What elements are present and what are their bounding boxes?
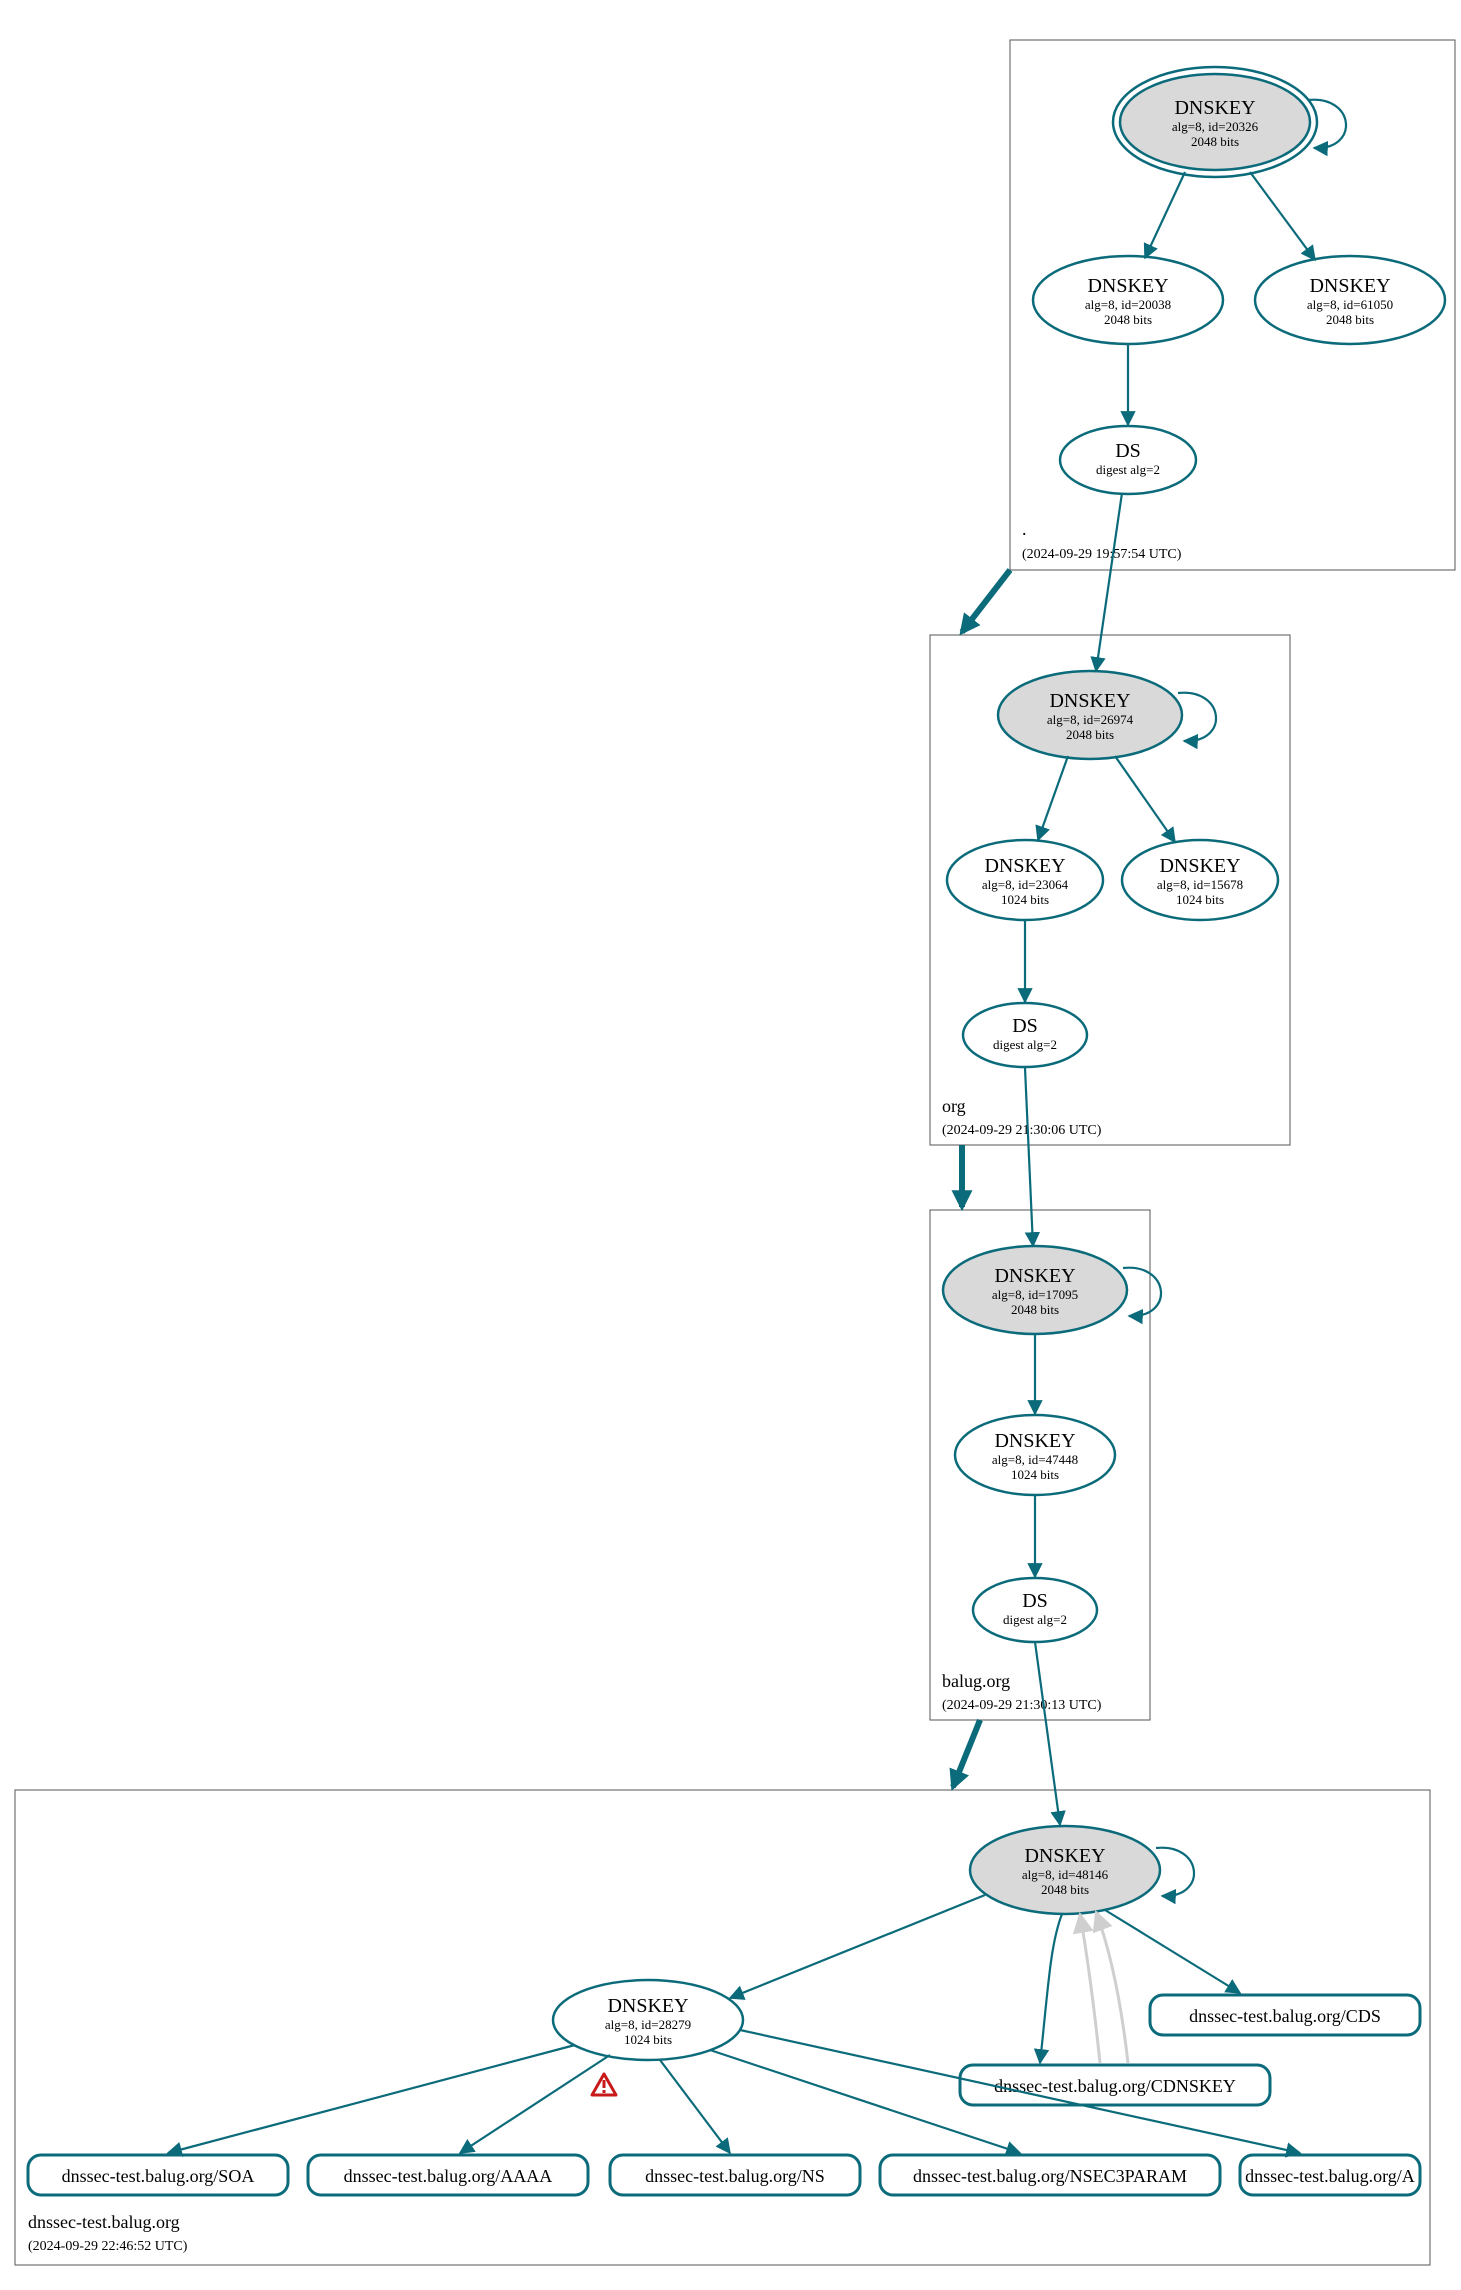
- svg-text:alg=8, id=26974: alg=8, id=26974: [1047, 712, 1134, 727]
- root-zsk2: DNSKEY alg=8, id=61050 2048 bits: [1255, 256, 1445, 344]
- edge-grey-cdnskey-ksk-1: [1080, 1914, 1100, 2063]
- dnssec-zsk: DNSKEY alg=8, id=28279 1024 bits: [553, 1980, 743, 2060]
- rr-soa: dnssec-test.balug.org/SOA: [28, 2155, 288, 2195]
- svg-text:alg=8, id=15678: alg=8, id=15678: [1157, 877, 1243, 892]
- edge-org-ksk-zsk1: [1038, 756, 1068, 840]
- zone-balug-name: balug.org: [942, 1671, 1010, 1691]
- edge-root-ds-to-org-ksk: [1096, 493, 1122, 671]
- rr-cds: dnssec-test.balug.org/CDS: [1150, 1995, 1420, 2035]
- zone-org: org (2024-09-29 21:30:06 UTC) DNSKEY alg…: [930, 635, 1290, 1145]
- root-ksk: DNSKEY alg=8, id=20326 2048 bits: [1113, 67, 1346, 177]
- rr-nsec3param: dnssec-test.balug.org/NSEC3PARAM: [880, 2155, 1220, 2195]
- edge-root-ksk-zsk2: [1250, 172, 1315, 260]
- svg-text:DNSKEY: DNSKEY: [1309, 275, 1390, 297]
- zone-org-timestamp: (2024-09-29 21:30:06 UTC): [942, 1123, 1102, 1138]
- root-ds: DS digest alg=2: [1060, 426, 1196, 494]
- svg-text:2048 bits: 2048 bits: [1191, 134, 1239, 149]
- svg-text:dnssec-test.balug.org/CDS: dnssec-test.balug.org/CDS: [1189, 2006, 1381, 2026]
- svg-text:digest alg=2: digest alg=2: [1003, 1612, 1067, 1627]
- org-ksk: DNSKEY alg=8, id=26974 2048 bits: [998, 671, 1216, 759]
- zone-balug-timestamp: (2024-09-29 21:30:13 UTC): [942, 1698, 1102, 1713]
- svg-text:2048 bits: 2048 bits: [1104, 312, 1152, 327]
- org-zsk2: DNSKEY alg=8, id=15678 1024 bits: [1122, 840, 1278, 920]
- zone-org-name: org: [942, 1096, 966, 1116]
- svg-text:DS: DS: [1012, 1015, 1038, 1037]
- balug-ds: DS digest alg=2: [973, 1578, 1097, 1642]
- balug-ksk: DNSKEY alg=8, id=17095 2048 bits: [943, 1246, 1161, 1334]
- edge-balug-ds-to-dnssec-ksk: [1035, 1642, 1060, 1825]
- svg-text:2048 bits: 2048 bits: [1326, 312, 1374, 327]
- edge-grey-cdnskey-ksk-2: [1096, 1912, 1128, 2063]
- svg-text:dnssec-test.balug.org/NS: dnssec-test.balug.org/NS: [645, 2166, 825, 2186]
- svg-text:alg=8, id=23064: alg=8, id=23064: [982, 877, 1069, 892]
- svg-text:2048 bits: 2048 bits: [1066, 727, 1114, 742]
- svg-text:2048 bits: 2048 bits: [1011, 1302, 1059, 1317]
- edge-org-ksk-zsk2: [1115, 756, 1175, 842]
- svg-text:alg=8, id=28279: alg=8, id=28279: [605, 2017, 691, 2032]
- org-zsk1: DNSKEY alg=8, id=23064 1024 bits: [947, 840, 1103, 920]
- svg-text:1024 bits: 1024 bits: [1001, 892, 1049, 907]
- edge-ksk-cdnskey: [1040, 1914, 1062, 2063]
- org-ds: DS digest alg=2: [963, 1003, 1087, 1067]
- zone-balug: balug.org (2024-09-29 21:30:13 UTC) DNSK…: [930, 1210, 1161, 1720]
- zone-dnssec-timestamp: (2024-09-29 22:46:52 UTC): [28, 2239, 188, 2254]
- svg-text:alg=8, id=20038: alg=8, id=20038: [1085, 297, 1171, 312]
- svg-text:DNSKEY: DNSKEY: [1174, 97, 1255, 119]
- svg-text:DNSKEY: DNSKEY: [1087, 275, 1168, 297]
- zone-dnssec: dnssec-test.balug.org (2024-09-29 22:46:…: [15, 1790, 1430, 2265]
- zone-root-name: .: [1022, 519, 1027, 539]
- warning-icon: [592, 2074, 616, 2095]
- dnssec-ksk: DNSKEY alg=8, id=48146 2048 bits: [970, 1826, 1194, 1914]
- edge-root-ksk-zsk1: [1145, 172, 1185, 258]
- balug-zsk: DNSKEY alg=8, id=47448 1024 bits: [955, 1415, 1115, 1495]
- svg-text:1024 bits: 1024 bits: [1176, 892, 1224, 907]
- svg-text:1024 bits: 1024 bits: [1011, 1467, 1059, 1482]
- zone-root-timestamp: (2024-09-29 19:57:54 UTC): [1022, 547, 1182, 562]
- svg-text:digest alg=2: digest alg=2: [993, 1037, 1057, 1052]
- edge-ksk-cds: [1105, 1910, 1240, 1993]
- svg-text:alg=8, id=61050: alg=8, id=61050: [1307, 297, 1393, 312]
- root-zsk1: DNSKEY alg=8, id=20038 2048 bits: [1033, 256, 1223, 344]
- edge-org-ds-to-balug-ksk: [1025, 1068, 1033, 1246]
- zone-dnssec-name: dnssec-test.balug.org: [28, 2212, 180, 2232]
- svg-text:DNSKEY: DNSKEY: [1159, 855, 1240, 877]
- svg-text:digest alg=2: digest alg=2: [1096, 462, 1160, 477]
- svg-text:dnssec-test.balug.org/AAAA: dnssec-test.balug.org/AAAA: [344, 2166, 553, 2186]
- svg-text:1024 bits: 1024 bits: [624, 2032, 672, 2047]
- svg-text:DS: DS: [1115, 440, 1141, 462]
- svg-text:DNSKEY: DNSKEY: [994, 1265, 1075, 1287]
- rr-aaaa: dnssec-test.balug.org/AAAA: [308, 2155, 588, 2195]
- edge-zsk-soa: [168, 2045, 575, 2153]
- svg-text:alg=8, id=20326: alg=8, id=20326: [1172, 119, 1259, 134]
- svg-text:DNSKEY: DNSKEY: [1049, 690, 1130, 712]
- svg-text:dnssec-test.balug.org/A: dnssec-test.balug.org/A: [1245, 2166, 1415, 2186]
- svg-text:DNSKEY: DNSKEY: [607, 1995, 688, 2017]
- zone-root: . (2024-09-29 19:57:54 UTC) DNSKEY alg=8…: [1010, 40, 1455, 570]
- svg-text:DS: DS: [1022, 1590, 1048, 1612]
- rr-ns: dnssec-test.balug.org/NS: [610, 2155, 860, 2195]
- svg-text:2048 bits: 2048 bits: [1041, 1882, 1089, 1897]
- edge-dnssec-ksk-zsk: [730, 1895, 985, 1998]
- delegation-root-to-org: [962, 570, 1010, 632]
- svg-text:DNSKEY: DNSKEY: [1024, 1845, 1105, 1867]
- rr-a: dnssec-test.balug.org/A: [1240, 2155, 1420, 2195]
- delegation-balug-to-dnssec: [953, 1720, 980, 1787]
- svg-text:alg=8, id=47448: alg=8, id=47448: [992, 1452, 1078, 1467]
- edge-zsk-ns: [660, 2060, 730, 2153]
- svg-text:alg=8, id=17095: alg=8, id=17095: [992, 1287, 1078, 1302]
- rr-cdnskey: dnssec-test.balug.org/CDNSKEY: [960, 2065, 1270, 2105]
- svg-text:dnssec-test.balug.org/SOA: dnssec-test.balug.org/SOA: [62, 2166, 255, 2186]
- svg-text:dnssec-test.balug.org/NSEC3PAR: dnssec-test.balug.org/NSEC3PARAM: [913, 2166, 1187, 2186]
- svg-text:DNSKEY: DNSKEY: [984, 855, 1065, 877]
- svg-text:DNSKEY: DNSKEY: [994, 1430, 1075, 1452]
- svg-text:alg=8, id=48146: alg=8, id=48146: [1022, 1867, 1109, 1882]
